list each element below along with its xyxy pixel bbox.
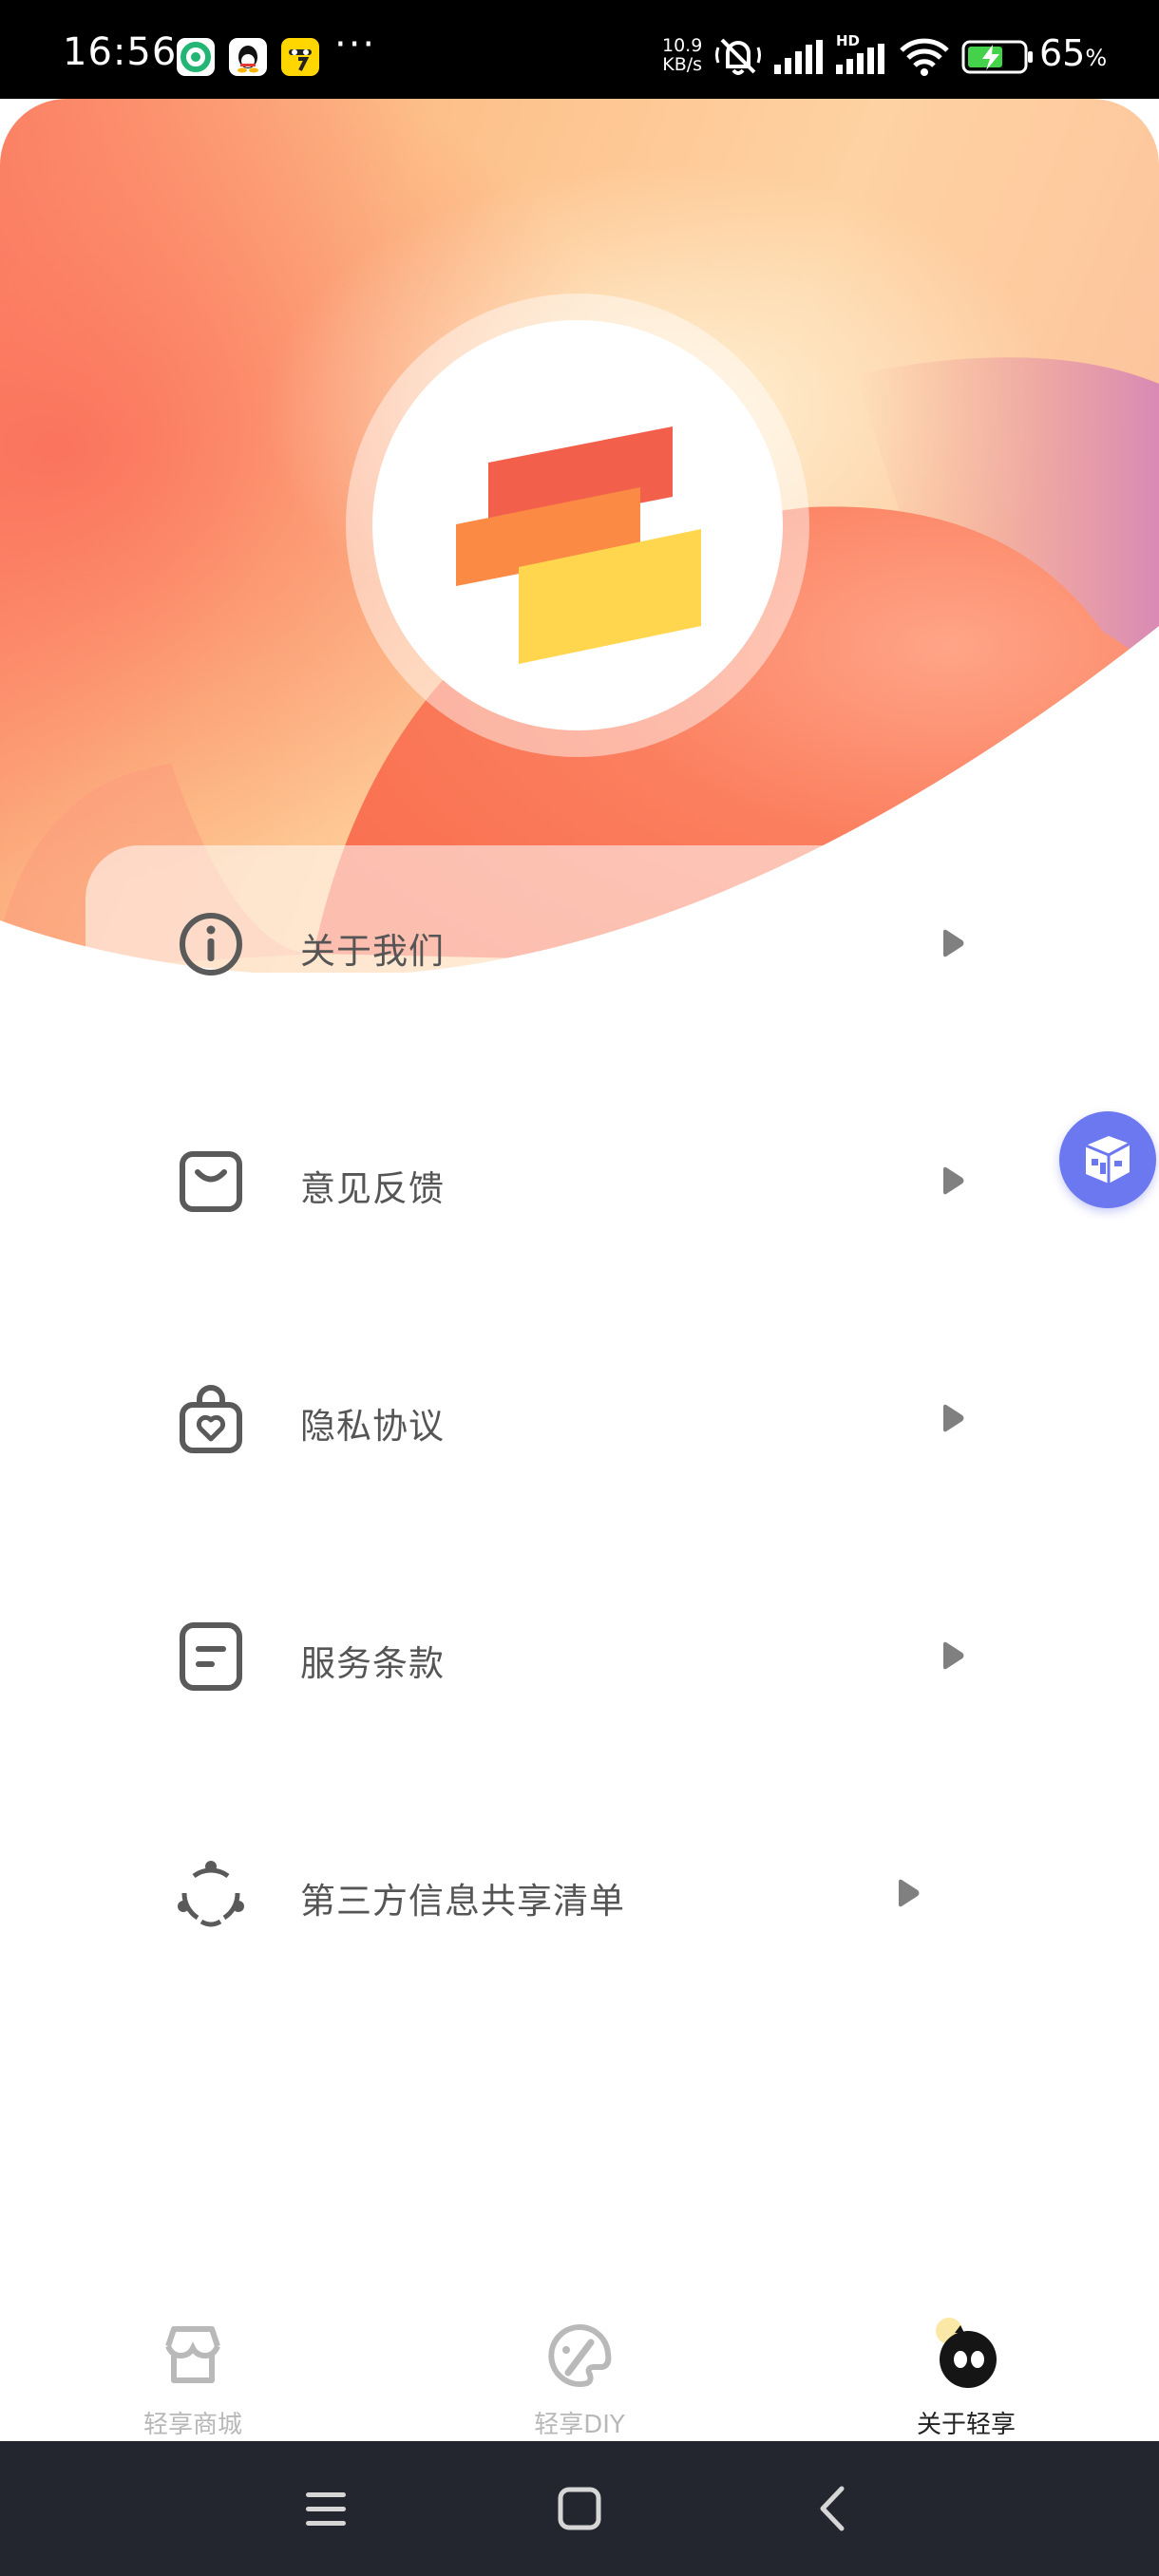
tab-shop[interactable]: 轻享商城 [79, 2299, 307, 2441]
hero-header [0, 99, 1159, 973]
tab-bar: 轻享商城 轻享DIY 关于轻享 [0, 2299, 1159, 2441]
privacy-icon [180, 1385, 242, 1453]
battery-icon [961, 40, 1033, 74]
mascot-icon [936, 2318, 997, 2388]
cube-icon [1085, 1136, 1130, 1184]
menu-label: 服务条款 [300, 1643, 445, 1684]
green-app-icon [177, 38, 215, 76]
feedback-icon [180, 1151, 242, 1212]
tab-label: 轻享商城 [142, 2411, 242, 2439]
battery-percent-unit: % [1085, 45, 1108, 71]
silent-bell-icon [715, 38, 761, 75]
chevron-right-icon [943, 929, 964, 957]
share-list-icon [178, 1861, 244, 1927]
net-speed-unit: KB/s [662, 54, 703, 75]
menu-label: 第三方信息共享清单 [300, 1881, 625, 1922]
status-time: 16:56 [63, 30, 178, 74]
home-icon[interactable] [546, 2475, 613, 2542]
menu-label: 隐私协议 [300, 1406, 445, 1447]
chevron-right-icon [899, 1879, 920, 1907]
menu-item-privacy[interactable]: 隐私协议 [171, 1371, 988, 1466]
menu-item-feedback[interactable]: 意见反馈 [171, 1133, 988, 1228]
qingxiang-logo [456, 426, 701, 664]
battery-percent: 65% [1039, 32, 1107, 74]
menu-label: 意见反馈 [300, 1168, 445, 1209]
menu-icon[interactable] [293, 2475, 359, 2542]
menu-item-third-party-share[interactable]: 第三方信息共享清单 [171, 1846, 988, 1941]
tab-label: 关于轻享 [916, 2411, 1016, 2439]
status-bar: 16:56 ··· 10.9 KB/s HD 65% [0, 0, 1159, 99]
floating-cube-button[interactable] [1059, 1111, 1156, 1208]
palette-icon [548, 2323, 612, 2387]
signal-1-icon [774, 40, 823, 74]
tab-diy[interactable]: 轻享DIY [466, 2299, 694, 2441]
app-logo [372, 320, 783, 730]
chevron-right-icon [943, 1404, 964, 1432]
shop-icon [165, 2326, 220, 2383]
tab-about[interactable]: 关于轻享 [852, 2299, 1080, 2441]
net-speed: 10.9 KB/s [662, 36, 702, 74]
menu-item-terms[interactable]: 服务条款 [171, 1608, 988, 1703]
more-notifications: ··· [334, 23, 377, 66]
system-nav-bar [0, 2441, 1159, 2576]
signal-2-icon [836, 44, 884, 74]
net-speed-value: 10.9 [662, 35, 703, 56]
battery-percent-value: 65 [1039, 32, 1086, 74]
chevron-right-icon [943, 1166, 964, 1195]
info-icon [180, 913, 242, 975]
wifi-icon [900, 38, 949, 76]
menu-item-about-us[interactable]: 关于我们 [171, 896, 988, 991]
chevron-right-icon [943, 1641, 964, 1670]
terms-icon [180, 1622, 242, 1691]
tab-label: 轻享DIY [534, 2411, 625, 2439]
back-icon[interactable] [800, 2475, 866, 2542]
yellow-app-icon [281, 38, 319, 76]
qq-icon [229, 38, 267, 76]
menu-label: 关于我们 [300, 931, 445, 972]
